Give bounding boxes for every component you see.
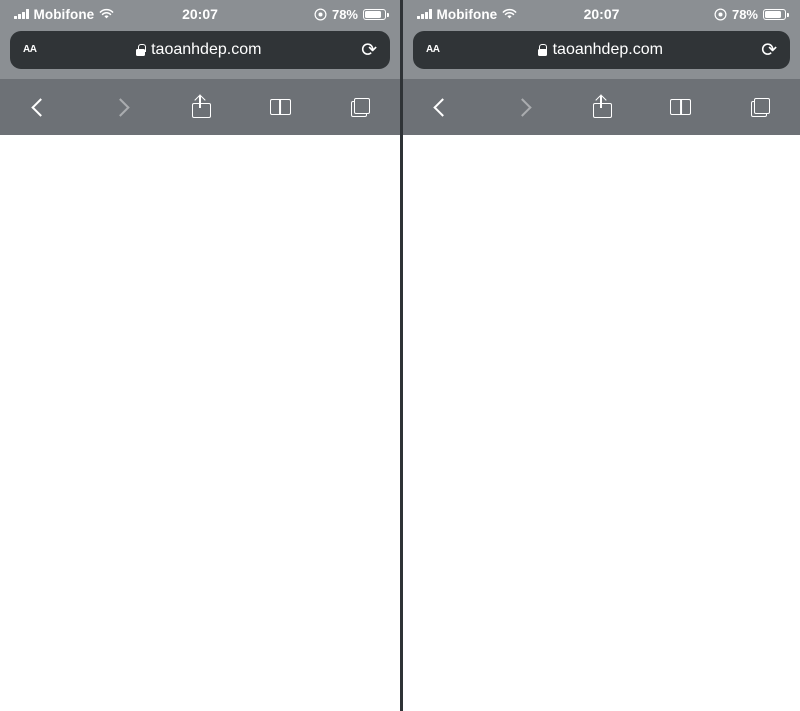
forward-button — [98, 90, 142, 124]
wifi-icon — [99, 8, 114, 19]
tabs-icon[interactable] — [738, 90, 782, 124]
wifi-icon — [502, 8, 517, 19]
url-text: taoanhdep.com — [151, 41, 262, 58]
alarm-icon — [314, 7, 327, 21]
tabs-icon[interactable] — [338, 90, 382, 124]
carrier-label: Mobifone — [33, 6, 95, 22]
status-bar-left: Mobifone 20:07 78% — [0, 0, 400, 28]
alarm-icon — [714, 7, 727, 21]
forward-button — [500, 90, 544, 124]
status-left-group: Mobifone — [14, 7, 114, 22]
url-display-left[interactable]: taoanhdep.com — [36, 41, 361, 59]
screenshot-stage: Mobifone 20:07 78% AA taoanhdep.com ⟳ Mo… — [0, 0, 800, 711]
text-size-icon[interactable]: AA — [23, 45, 37, 55]
battery-icon — [363, 8, 389, 20]
text-size-icon[interactable]: AA — [426, 45, 440, 55]
battery-percent-label: 78% — [731, 6, 758, 22]
safari-toolbar-right — [403, 79, 800, 135]
lock-icon — [136, 44, 146, 56]
share-icon[interactable] — [579, 90, 623, 124]
address-bar-container-left: AA taoanhdep.com ⟳ — [0, 28, 400, 79]
status-right-group-right: 78% — [714, 6, 789, 22]
back-button[interactable] — [18, 90, 62, 124]
share-icon[interactable] — [178, 90, 222, 124]
lock-icon — [537, 44, 548, 56]
address-bar-container-right: AA taoanhdep.com ⟳ — [403, 28, 800, 79]
url-text: taoanhdep.com — [552, 41, 663, 58]
reload-icon[interactable]: ⟳ — [361, 41, 377, 60]
bookmarks-icon[interactable] — [258, 90, 302, 124]
address-bar-left[interactable]: AA taoanhdep.com ⟳ — [10, 31, 390, 69]
left-phone-screenshot: Mobifone 20:07 78% AA taoanhdep.com ⟳ — [0, 0, 400, 711]
battery-icon — [763, 8, 789, 20]
safari-toolbar-left — [0, 79, 400, 135]
carrier-label: Mobifone — [436, 6, 498, 22]
url-display-right[interactable]: taoanhdep.com — [439, 41, 761, 59]
cellular-signal-icon — [14, 9, 29, 19]
back-button[interactable] — [421, 90, 465, 124]
status-right-group: 78% — [314, 6, 389, 22]
battery-percent-label: 78% — [331, 6, 358, 22]
status-bar-right: Mobifone 20:07 78% — [403, 0, 800, 28]
cellular-signal-icon — [417, 9, 432, 19]
bookmarks-icon[interactable] — [659, 90, 703, 124]
right-phone-screenshot: Mobifone 20:07 78% AA taoanhdep.com ⟳ — [400, 0, 800, 711]
address-bar-right[interactable]: AA taoanhdep.com ⟳ — [413, 31, 790, 69]
status-left-group-right: Mobifone — [417, 7, 517, 22]
reload-icon[interactable]: ⟳ — [761, 41, 777, 60]
